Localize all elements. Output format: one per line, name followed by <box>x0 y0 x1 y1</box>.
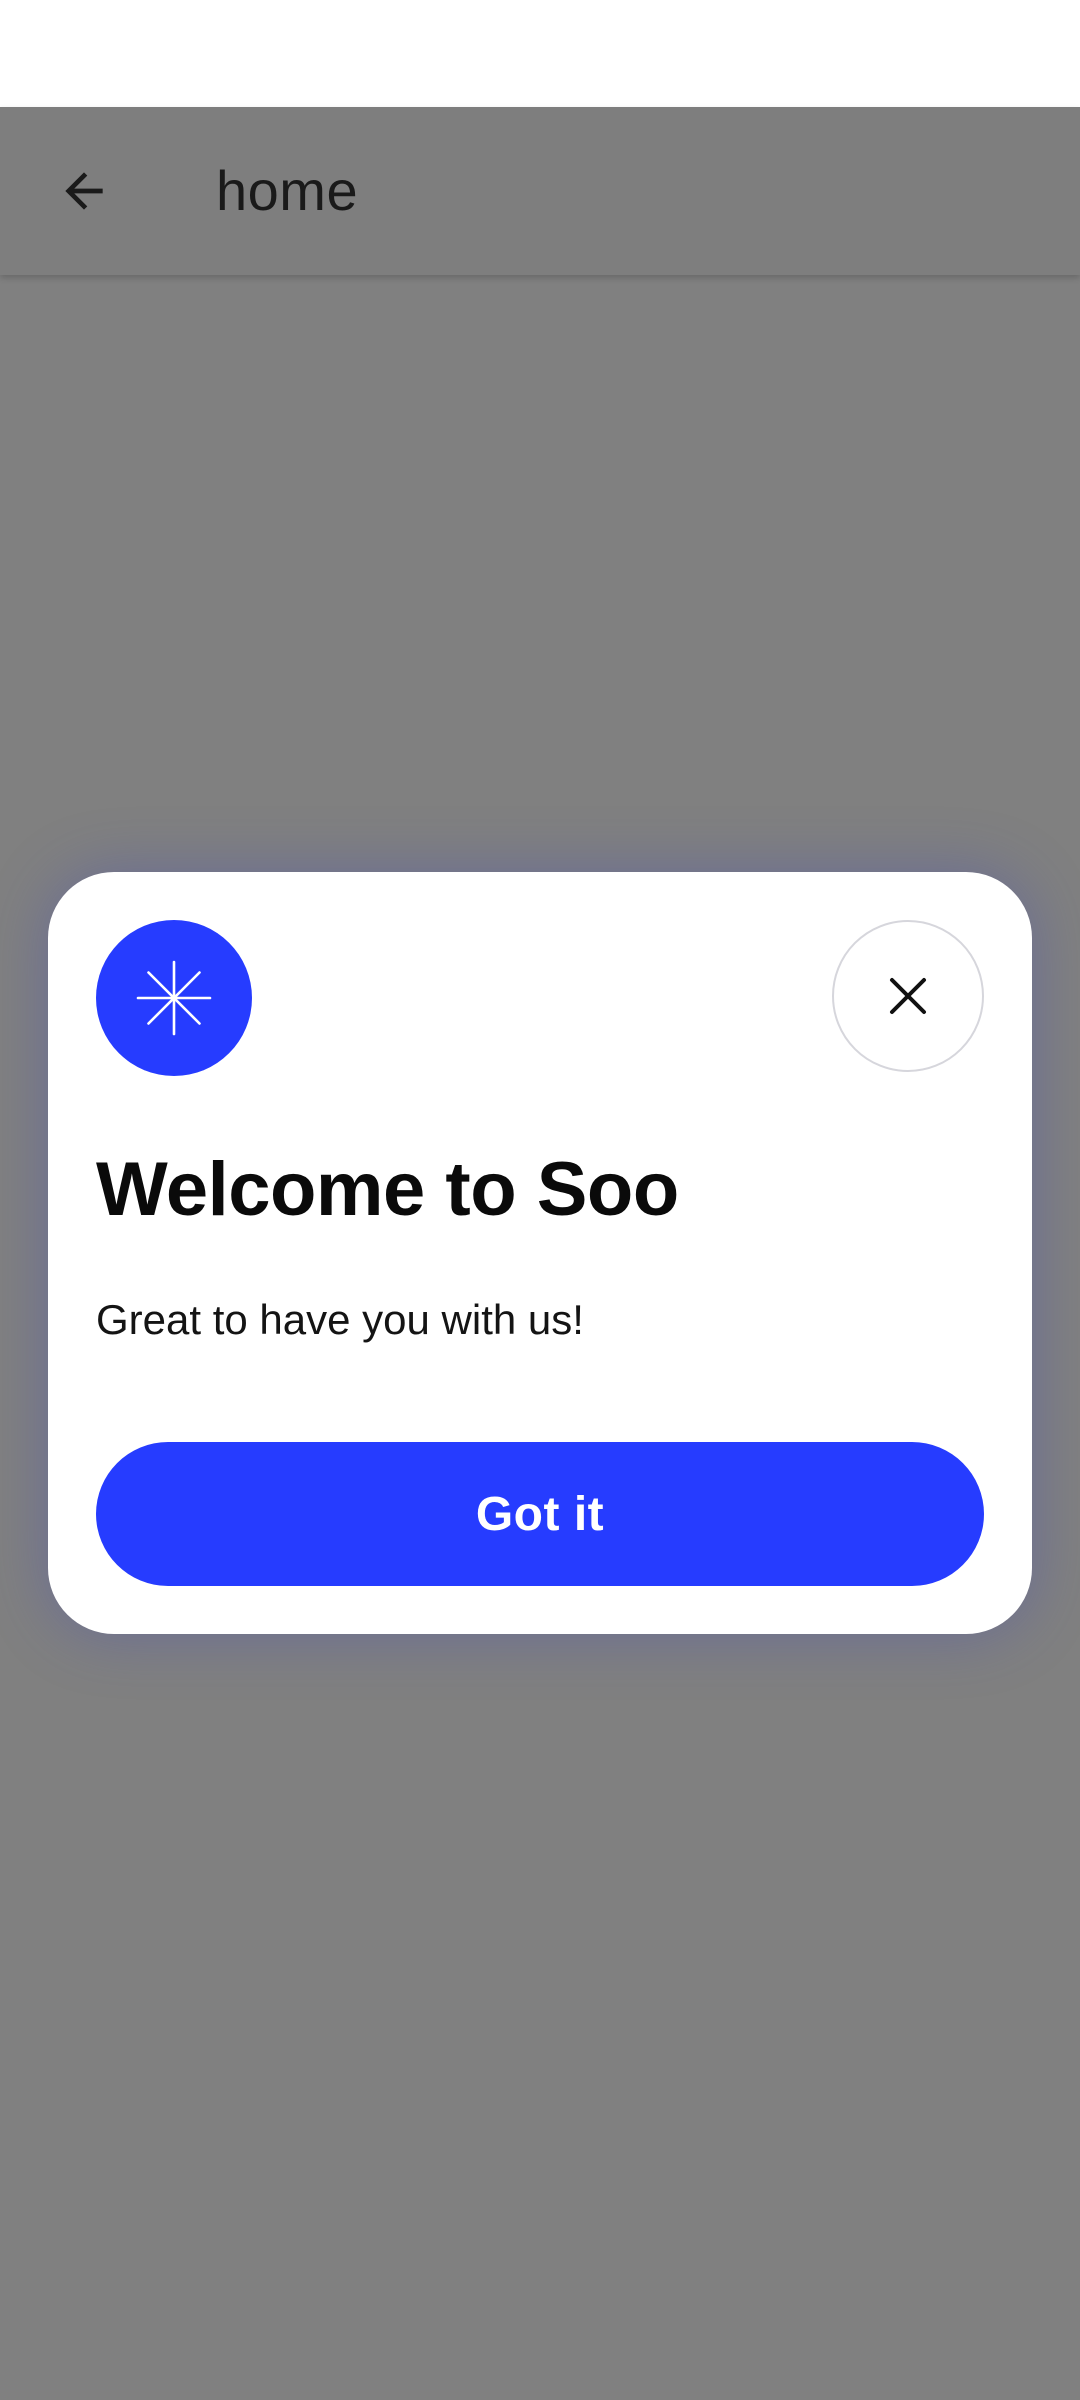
dialog-subtitle: Great to have you with us! <box>96 1296 584 1343</box>
dialog-title: Welcome to Soo <box>96 1147 679 1232</box>
back-button[interactable] <box>44 151 124 231</box>
page-title: home <box>216 159 359 222</box>
top-app-bar: home <box>0 107 1080 275</box>
sparkle-icon <box>136 960 212 1036</box>
status-bar <box>0 0 1080 107</box>
close-button[interactable] <box>832 920 984 1072</box>
close-icon <box>890 978 926 1014</box>
welcome-dialog: Welcome to Soo Great to have you with us… <box>48 872 1032 1634</box>
got-it-button[interactable]: Got it <box>96 1442 984 1586</box>
arrow-left-icon <box>65 172 103 210</box>
brand-badge <box>96 920 252 1076</box>
